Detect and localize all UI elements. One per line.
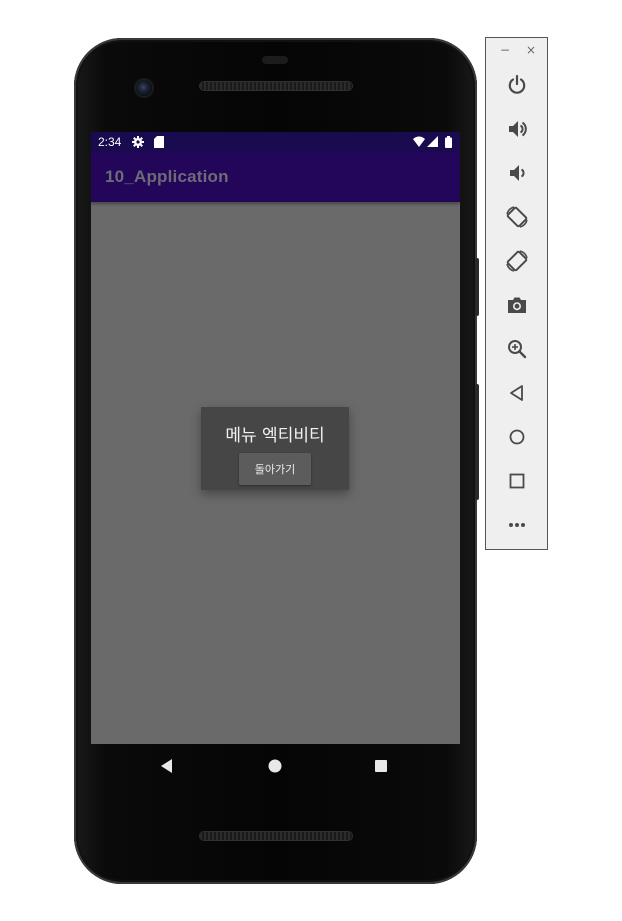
status-bar: 2:34	[91, 132, 460, 152]
battery-icon	[445, 136, 452, 151]
power-button[interactable]	[503, 71, 531, 99]
back-icon	[161, 759, 172, 773]
toolbar-back-button[interactable]	[503, 379, 531, 407]
proximity-sensor	[262, 56, 288, 64]
rotate-right-icon	[506, 250, 528, 272]
zoom-button[interactable]	[503, 335, 531, 363]
rotate-left-icon	[506, 206, 528, 228]
volume-down-icon	[510, 165, 525, 181]
system-navigation-bar	[91, 744, 460, 788]
home-icon	[268, 759, 282, 773]
nav-home-button[interactable]	[265, 756, 285, 776]
screenshot-camera-icon	[508, 297, 526, 313]
back-icon	[510, 385, 523, 401]
emulator-toolbar: − ×	[485, 37, 548, 550]
front-camera	[136, 80, 152, 96]
settings-gear-icon	[132, 136, 144, 151]
menu-activity-dialog: 메뉴 엑티비티 돌아가기	[201, 407, 349, 490]
screenshot-button[interactable]	[503, 291, 531, 319]
emulator-stage: 2:34 10_Application 메뉴 엑티비티 돌아가기 − ×	[0, 0, 622, 921]
overview-icon	[509, 473, 525, 489]
phone-device-frame: 2:34 10_Application 메뉴 엑티비티 돌아가기	[74, 38, 479, 884]
toolbar-overview-button[interactable]	[503, 467, 531, 495]
more-options-button[interactable]	[503, 511, 531, 539]
earpiece-speaker-grille	[200, 82, 352, 90]
home-icon	[509, 429, 525, 445]
status-time: 2:34	[98, 135, 122, 149]
volume-up-button[interactable]	[503, 115, 531, 143]
phone-power-side-button	[475, 258, 479, 316]
volume-up-icon	[509, 121, 527, 137]
dialog-title: 메뉴 엑티비티	[225, 426, 325, 446]
app-toolbar: 10_Application	[91, 152, 460, 202]
minimize-window-button[interactable]: −	[500, 42, 510, 58]
nav-recents-button[interactable]	[371, 756, 391, 776]
app-title: 10_Application	[105, 167, 229, 186]
close-window-button[interactable]: ×	[526, 42, 536, 58]
power-icon	[508, 74, 526, 94]
device-screen: 2:34 10_Application 메뉴 엑티비티 돌아가기	[91, 132, 460, 744]
phone-volume-side-button	[475, 384, 479, 500]
nav-back-button[interactable]	[157, 756, 177, 776]
go-back-button[interactable]: 돌아가기	[239, 453, 311, 485]
sd-card-icon	[154, 136, 164, 151]
zoom-icon	[508, 340, 527, 359]
rotate-left-button[interactable]	[503, 203, 531, 231]
toolbar-home-button[interactable]	[503, 423, 531, 451]
volume-down-button[interactable]	[503, 159, 531, 187]
wifi-icon	[413, 136, 425, 150]
more-options-icon	[509, 523, 525, 527]
bottom-speaker-grille	[200, 832, 352, 840]
cell-signal-icon	[427, 136, 438, 150]
rotate-right-button[interactable]	[503, 247, 531, 275]
recents-icon	[375, 760, 387, 772]
